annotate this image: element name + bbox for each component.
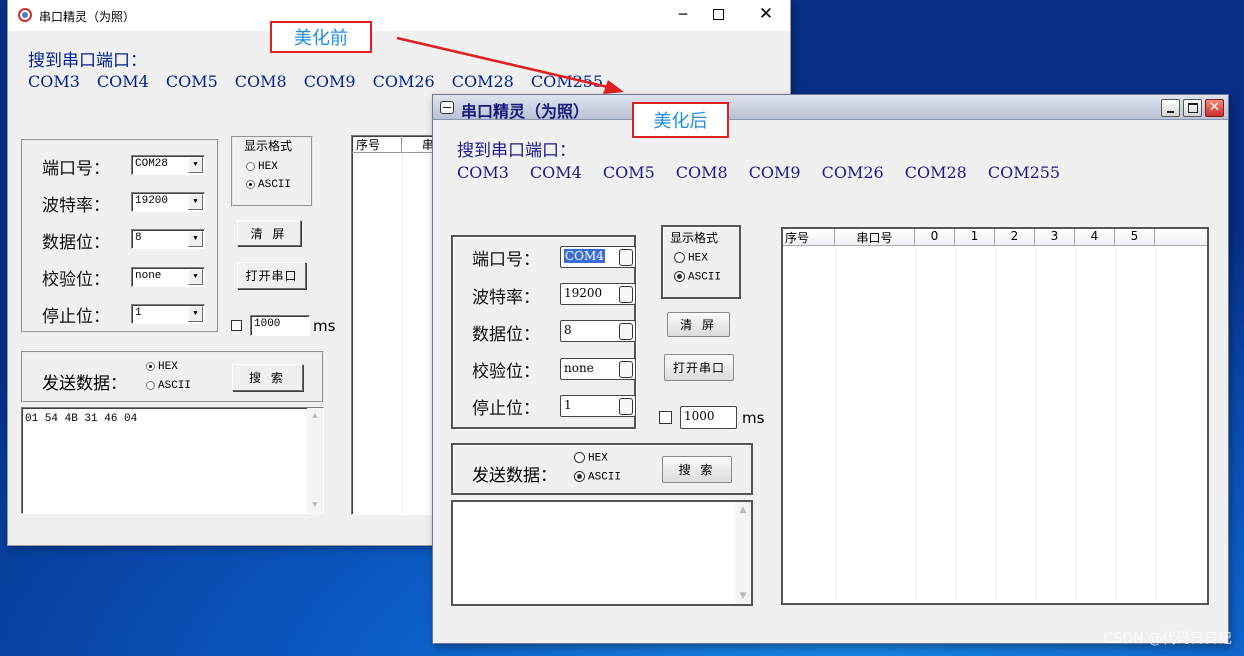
port-item: COM255 bbox=[987, 163, 1061, 182]
port-item: COM9 bbox=[748, 163, 801, 182]
parity-select-value: none bbox=[564, 361, 594, 375]
found-ports-label: 搜到串口端口： bbox=[457, 141, 576, 161]
column-divider bbox=[1155, 246, 1156, 603]
column-divider bbox=[1075, 246, 1076, 603]
port-item: COM28 bbox=[904, 163, 967, 182]
column-divider bbox=[1035, 246, 1036, 603]
send-ascii-radio[interactable]: ASCII bbox=[574, 471, 621, 483]
databits-select[interactable]: 8 bbox=[560, 320, 636, 342]
column-header[interactable]: 序号 bbox=[783, 229, 835, 245]
radio-icon bbox=[574, 452, 585, 463]
ports-list: COM3 COM4 COM5 COM8 COM9 COM26 COM28 COM255 bbox=[457, 163, 1081, 182]
port-item: COM4 bbox=[529, 163, 582, 182]
column-header[interactable]: 串口号 bbox=[835, 229, 915, 245]
table-header: 序号 串口号 0 1 2 3 4 5 bbox=[783, 229, 1207, 246]
parity-select[interactable]: none bbox=[560, 358, 636, 380]
field-label-port: 端口号： bbox=[472, 250, 540, 270]
interval-input[interactable]: 1000 bbox=[680, 406, 737, 429]
hex-radio-label: HEX bbox=[688, 252, 708, 265]
radio-checked-icon bbox=[674, 271, 685, 282]
column-header[interactable]: 1 bbox=[955, 229, 995, 245]
column-divider bbox=[995, 246, 996, 603]
column-divider bbox=[835, 246, 836, 603]
port-item: COM3 bbox=[457, 163, 509, 182]
baud-select-value: 19200 bbox=[564, 286, 603, 300]
port-item: COM8 bbox=[675, 163, 728, 182]
databits-select-value: 8 bbox=[564, 323, 572, 337]
stopbits-select[interactable]: 1 bbox=[560, 395, 636, 417]
maximize-icon[interactable] bbox=[1183, 99, 1202, 117]
column-divider bbox=[955, 246, 956, 603]
dropdown-icon[interactable] bbox=[619, 361, 633, 378]
system-menu-icon[interactable] bbox=[440, 101, 454, 114]
clear-screen-button[interactable]: 清 屏 bbox=[667, 312, 730, 337]
port-item: COM5 bbox=[602, 163, 655, 182]
port-select[interactable]: COM4 bbox=[560, 246, 636, 268]
ascii-radio-label: ASCII bbox=[688, 271, 722, 284]
window-after: 串口精灵（为照） ✕ 搜到串口端口： COM3 COM4 COM5 COM8 COM9 C… bbox=[432, 94, 1229, 644]
column-header[interactable]: 3 bbox=[1035, 229, 1075, 245]
dropdown-icon[interactable] bbox=[619, 249, 633, 266]
port-select-value: COM4 bbox=[564, 249, 605, 263]
column-header[interactable]: 0 bbox=[915, 229, 955, 245]
field-label-stopbits: 停止位： bbox=[472, 399, 540, 419]
radio-icon bbox=[674, 252, 685, 263]
send-ascii-label: ASCII bbox=[588, 471, 622, 484]
annotation-after-box: 美化后 bbox=[632, 102, 729, 138]
annotation-before-label: 美化前 bbox=[294, 28, 348, 49]
column-divider bbox=[1115, 246, 1116, 603]
display-format-title: 显示格式 bbox=[668, 229, 721, 246]
column-header[interactable]: 5 bbox=[1115, 229, 1155, 245]
dropdown-icon[interactable] bbox=[619, 286, 633, 303]
send-hex-label: HEX bbox=[588, 452, 608, 465]
data-table[interactable]: 序号 串口号 0 1 2 3 4 5 bbox=[781, 227, 1209, 605]
chevron-up-icon[interactable]: ▲ bbox=[735, 505, 751, 515]
dropdown-icon[interactable] bbox=[619, 323, 633, 340]
annotation-after-label: 美化后 bbox=[653, 111, 708, 132]
close-icon[interactable]: ✕ bbox=[1205, 99, 1224, 117]
baud-select[interactable]: 19200 bbox=[560, 283, 636, 305]
vertical-scrollbar[interactable]: ▲ ▼ bbox=[735, 502, 751, 604]
send-hex-radio[interactable]: HEX bbox=[574, 452, 608, 464]
port-item: COM26 bbox=[821, 163, 884, 182]
field-label-parity: 校验位： bbox=[472, 362, 540, 382]
minimize-icon[interactable] bbox=[1161, 99, 1180, 117]
field-label-databits: 数据位： bbox=[472, 325, 540, 345]
search-button[interactable]: 搜 索 bbox=[662, 456, 732, 483]
ascii-radio[interactable]: ASCII bbox=[674, 271, 721, 283]
open-port-button[interactable]: 打开串口 bbox=[664, 354, 734, 381]
stopbits-select-value: 1 bbox=[564, 398, 572, 412]
interval-checkbox[interactable] bbox=[659, 411, 672, 424]
radio-checked-icon bbox=[574, 471, 585, 482]
watermark: CSDN @代码日日记 bbox=[1103, 631, 1232, 647]
annotation-before-box: 美化前 bbox=[270, 21, 372, 53]
send-textarea[interactable]: ▲ ▼ bbox=[451, 500, 753, 606]
field-label-baud: 波特率： bbox=[472, 288, 540, 308]
title-bar[interactable]: 串口精灵（为照） ✕ bbox=[433, 95, 1228, 121]
window-title: 串口精灵（为照） bbox=[461, 102, 590, 121]
ms-label: ms bbox=[742, 409, 765, 427]
column-divider bbox=[915, 246, 916, 603]
column-header[interactable]: 2 bbox=[995, 229, 1035, 245]
dropdown-icon[interactable] bbox=[619, 398, 633, 415]
chevron-down-icon[interactable]: ▼ bbox=[735, 591, 751, 601]
column-header[interactable]: 4 bbox=[1075, 229, 1115, 245]
send-data-label: 发送数据： bbox=[472, 466, 557, 486]
hex-radio[interactable]: HEX bbox=[674, 252, 708, 264]
